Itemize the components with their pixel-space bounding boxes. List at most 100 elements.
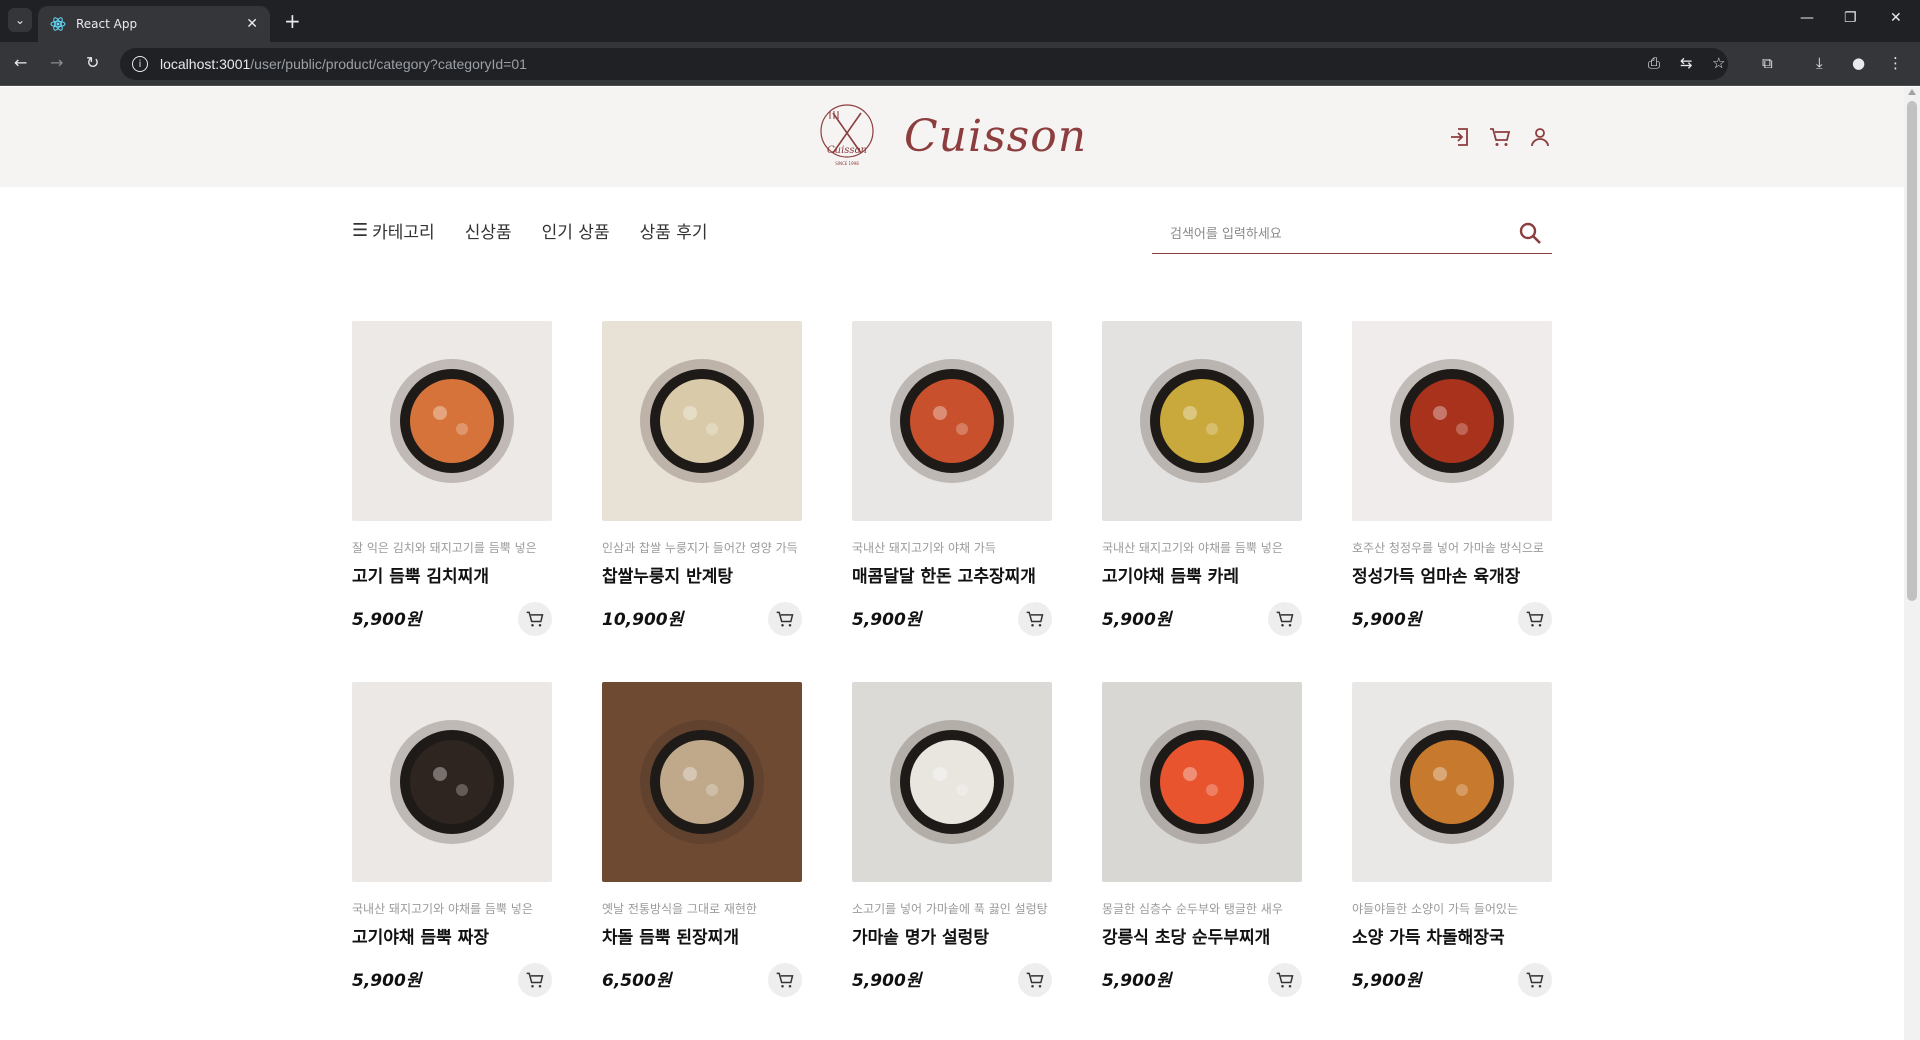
cart-icon xyxy=(1026,611,1044,627)
product-name[interactable]: 찹쌀누룽지 반계탕 xyxy=(602,562,802,587)
product-image[interactable] xyxy=(852,321,1052,521)
url-path: /user/public/product/category?categoryId… xyxy=(250,56,527,72)
hamburger-icon: ☰ xyxy=(352,220,369,241)
product-name[interactable]: 차돌 듬뿍 된장찌개 xyxy=(602,923,802,948)
add-to-cart-button[interactable] xyxy=(1268,963,1302,997)
cart-icon xyxy=(526,972,544,988)
new-tab-button[interactable]: + xyxy=(284,9,301,33)
close-window-icon[interactable]: ✕ xyxy=(1890,10,1902,26)
tab-search-button[interactable]: ⌄ xyxy=(8,8,32,32)
product-image[interactable] xyxy=(602,321,802,521)
product-image[interactable] xyxy=(602,682,802,882)
product-price: 6,500원 xyxy=(602,971,672,991)
main-menu: ☰ 카테고리 신상품 인기 상품 상품 후기 xyxy=(352,218,708,243)
product-image[interactable] xyxy=(852,682,1052,882)
tab-close-icon[interactable]: ✕ xyxy=(246,16,258,32)
downloads-icon[interactable]: ⤓ xyxy=(1816,54,1823,72)
bookmark-star-icon[interactable]: ☆ xyxy=(1712,54,1725,72)
product-price: 5,900원 xyxy=(1102,971,1172,991)
browser-tab-bar: ⌄ React App ✕ + — ❐ ✕ xyxy=(0,0,1920,42)
product-grid: 잘 익은 김치와 돼지고기를 듬뿍 넣은 고기 듬뿍 김치찌개 5,900원 인… xyxy=(352,321,1552,1003)
url-host: localhost:3001 xyxy=(160,56,251,72)
add-to-cart-button[interactable] xyxy=(518,602,552,636)
cart-icon xyxy=(1026,972,1044,988)
menu-new[interactable]: 신상품 xyxy=(465,218,512,243)
svg-text:SINCE 1998: SINCE 1998 xyxy=(835,161,859,166)
product-card[interactable]: 잘 익은 김치와 돼지고기를 듬뿍 넣은 고기 듬뿍 김치찌개 5,900원 xyxy=(352,321,552,642)
product-image[interactable] xyxy=(352,321,552,521)
product-description: 잘 익은 김치와 돼지고기를 듬뿍 넣은 xyxy=(352,541,537,555)
add-to-cart-button[interactable] xyxy=(518,963,552,997)
scroll-up-arrow-icon[interactable] xyxy=(1908,89,1916,95)
add-to-cart-button[interactable] xyxy=(768,963,802,997)
add-to-cart-button[interactable] xyxy=(1018,602,1052,636)
add-to-cart-button[interactable] xyxy=(768,602,802,636)
product-image[interactable] xyxy=(1102,321,1302,521)
cart-icon xyxy=(526,611,544,627)
product-description: 옛날 전통방식을 그대로 재현한 xyxy=(602,902,757,916)
search-icon[interactable] xyxy=(1518,221,1542,245)
product-description: 몽글한 심층수 순두부와 탱글한 새우 xyxy=(1102,902,1283,916)
product-card[interactable]: 국내산 돼지고기와 야채를 듬뿍 넣은 고기야채 듬뿍 짜장 5,900원 xyxy=(352,682,552,1003)
add-to-cart-button[interactable] xyxy=(1268,602,1302,636)
logo[interactable]: Cuisson SINCE 1998 Cuisson xyxy=(818,103,1087,169)
profile-icon[interactable]: ● xyxy=(1852,54,1865,72)
product-card[interactable]: 옛날 전통방식을 그대로 재현한 차돌 듬뿍 된장찌개 6,500원 xyxy=(602,682,802,1003)
product-card[interactable]: 야들야들한 소양이 가득 들어있는 소양 가득 차돌해장국 5,900원 xyxy=(1352,682,1552,1003)
scrollbar-thumb[interactable] xyxy=(1907,101,1917,601)
product-image[interactable] xyxy=(1352,682,1552,882)
cart-icon[interactable] xyxy=(1488,125,1512,149)
add-to-cart-button[interactable] xyxy=(1518,963,1552,997)
product-description: 국내산 돼지고기와 야채 가득 xyxy=(852,541,996,555)
product-price: 5,900원 xyxy=(1352,971,1422,991)
product-card[interactable]: 인삼과 찹쌀 누룽지가 들어간 영양 가득 찹쌀누룽지 반계탕 10,900원 xyxy=(602,321,802,642)
product-card[interactable]: 국내산 돼지고기와 야채를 듬뿍 넣은 고기야채 듬뿍 카레 5,900원 xyxy=(1102,321,1302,642)
menu-popular[interactable]: 인기 상품 xyxy=(542,218,610,243)
site-info-icon[interactable]: i xyxy=(132,56,148,72)
product-card[interactable]: 몽글한 심층수 순두부와 탱글한 새우 강릉식 초당 순두부찌개 5,900원 xyxy=(1102,682,1302,1003)
logo-text: Cuisson xyxy=(904,110,1088,162)
site-header: Cuisson SINCE 1998 Cuisson xyxy=(0,87,1904,187)
product-image[interactable] xyxy=(1102,682,1302,882)
page-scrollbar[interactable] xyxy=(1904,87,1920,1040)
forward-icon[interactable]: → xyxy=(50,53,63,72)
user-icon[interactable] xyxy=(1528,125,1552,149)
product-card[interactable]: 국내산 돼지고기와 야채 가득 매콤달달 한돈 고추장찌개 5,900원 xyxy=(852,321,1052,642)
search-input[interactable] xyxy=(1170,222,1510,246)
login-icon[interactable] xyxy=(1448,125,1472,149)
browser-tab[interactable]: React App ✕ xyxy=(38,6,270,42)
product-image[interactable] xyxy=(1352,321,1552,521)
back-icon[interactable]: ← xyxy=(14,53,27,72)
product-description: 인삼과 찹쌀 누룽지가 들어간 영양 가득 xyxy=(602,541,798,555)
product-name[interactable]: 가마솥 명가 설렁탕 xyxy=(852,923,1052,948)
product-name[interactable]: 정성가득 엄마손 육개장 xyxy=(1352,562,1552,587)
product-price: 5,900원 xyxy=(352,610,422,630)
add-to-cart-button[interactable] xyxy=(1018,963,1052,997)
install-app-icon[interactable]: ⎙ xyxy=(1648,54,1660,72)
product-name[interactable]: 고기 듬뿍 김치찌개 xyxy=(352,562,552,587)
product-name[interactable]: 고기야채 듬뿍 짜장 xyxy=(352,923,552,948)
browser-menu-icon[interactable]: ⋮ xyxy=(1888,54,1903,72)
product-image[interactable] xyxy=(352,682,552,882)
product-description: 국내산 돼지고기와 야채를 듬뿍 넣은 xyxy=(1102,541,1283,555)
menu-review[interactable]: 상품 후기 xyxy=(640,218,708,243)
extensions-icon[interactable]: ⧉ xyxy=(1762,54,1773,72)
product-name[interactable]: 강릉식 초당 순두부찌개 xyxy=(1102,923,1302,948)
add-to-cart-button[interactable] xyxy=(1518,602,1552,636)
minimize-icon[interactable]: — xyxy=(1800,10,1814,26)
menu-category[interactable]: ☰ 카테고리 xyxy=(352,218,435,243)
cart-icon xyxy=(1526,611,1544,627)
product-name[interactable]: 고기야채 듬뿍 카레 xyxy=(1102,562,1302,587)
translate-icon[interactable]: ⇆ xyxy=(1680,54,1693,72)
reload-icon[interactable]: ↻ xyxy=(86,53,99,72)
product-description: 소고기를 넣어 가마솥에 푹 끓인 설렁탕 xyxy=(852,902,1048,916)
product-name[interactable]: 매콤달달 한돈 고추장찌개 xyxy=(852,562,1052,587)
url-field[interactable]: i localhost:3001/user/public/product/cat… xyxy=(120,48,1728,80)
restore-icon[interactable]: ❐ xyxy=(1844,10,1857,26)
product-name[interactable]: 소양 가득 차돌해장국 xyxy=(1352,923,1552,948)
page: Cuisson SINCE 1998 Cuisson ☰ 카테고리 신상품 인기 … xyxy=(0,87,1904,1040)
product-card[interactable]: 소고기를 넣어 가마솥에 푹 끓인 설렁탕 가마솥 명가 설렁탕 5,900원 xyxy=(852,682,1052,1003)
product-price: 5,900원 xyxy=(852,971,922,991)
product-card[interactable]: 호주산 청정우를 넣어 가마솥 방식으로 정성가득 엄마손 육개장 5,900원 xyxy=(1352,321,1552,642)
product-description: 국내산 돼지고기와 야채를 듬뿍 넣은 xyxy=(352,902,533,916)
